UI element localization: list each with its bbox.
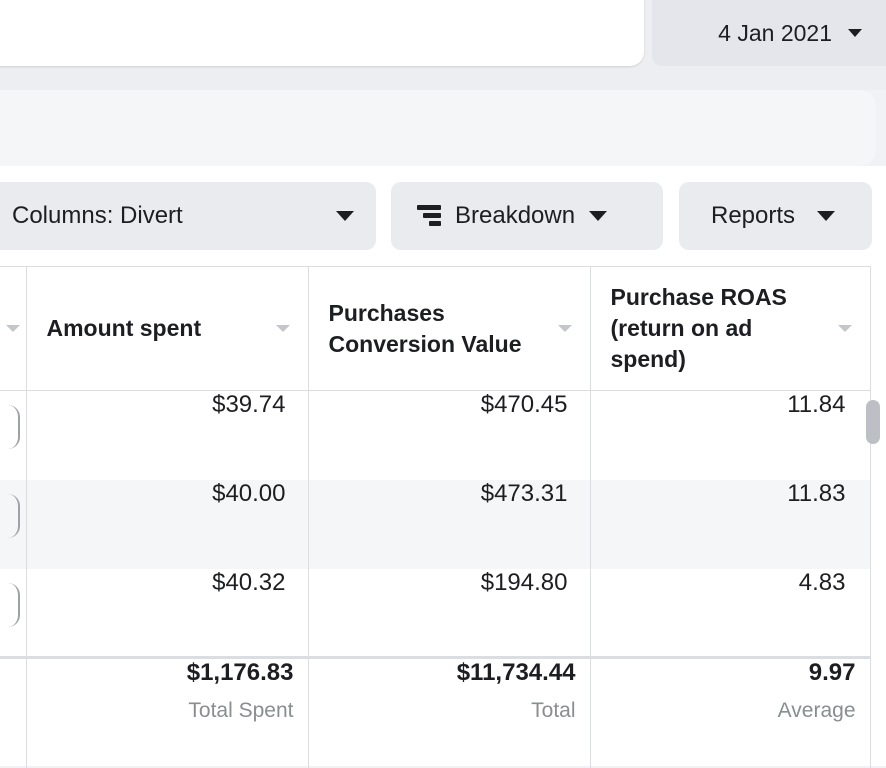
filter-panel [0,90,876,166]
cell-roas: 4.83 [590,568,871,658]
row-stub [0,390,27,480]
reports-dropdown[interactable]: Reports [679,182,872,250]
header-stub-column[interactable] [0,266,27,391]
table-row[interactable]: $39.74 $470.45 11.84 [0,390,871,480]
total-roas: 9.97 Average [590,656,871,768]
cell-roas: 11.84 [590,390,871,480]
column-header-purchases-conversion-value[interactable]: Purchases Conversion Value [308,266,591,391]
total-amount-spent: $1,176.83 Total Spent [26,656,309,768]
truncated-cell-fragment [0,493,20,538]
table-row[interactable]: $40.00 $473.31 11.83 [0,479,871,569]
sort-caret-icon [837,325,852,332]
columns-dropdown[interactable]: Columns: Divert [0,182,376,250]
breakdown-dropdown[interactable]: Breakdown [391,182,663,250]
column-header-purchase-roas[interactable]: Purchase ROAS (return on ad spend) [590,266,871,391]
table-row[interactable]: $40.32 $194.80 4.83 [0,568,871,658]
breakdown-icon [417,205,441,227]
totals-stub [0,656,27,768]
cell-amount-spent: $39.74 [26,390,309,480]
sort-caret-icon [5,325,20,332]
breakdown-dropdown-label: Breakdown [455,202,576,229]
caret-down-icon [848,29,862,37]
totals-row: $1,176.83 Total Spent $11,734.44 Total 9… [0,656,871,768]
row-stub [0,479,27,569]
truncated-cell-fragment [0,405,20,449]
ads-report-table: Amount spent Purchases Conversion Value … [0,266,871,768]
columns-dropdown-label: Columns: Divert [12,202,183,229]
total-conversion-value: $11,734.44 Total [308,656,591,768]
table-header-row: Amount spent Purchases Conversion Value … [0,266,871,391]
caret-down-icon [817,211,836,221]
table-toolbar: Columns: Divert Breakdown Reports [0,166,886,266]
cell-conversion-value: $473.31 [308,479,591,569]
reports-dropdown-label: Reports [711,202,796,229]
cell-amount-spent: $40.32 [26,568,309,658]
reporting-table-card: Columns: Divert Breakdown Reports Amount… [0,166,886,768]
truncated-cell-fragment [0,582,20,627]
date-range-label: 4 Jan 2021 [718,19,832,46]
table-scrollbar-thumb[interactable] [866,400,880,444]
row-stub [0,568,27,658]
caret-down-icon [336,211,354,221]
sort-caret-icon [557,325,572,332]
cell-roas: 11.83 [590,479,871,569]
top-bar: 4 Jan 2021 [0,0,886,90]
cell-conversion-value: $470.45 [308,390,591,480]
cell-conversion-value: $194.80 [308,568,591,658]
search-box[interactable] [0,0,644,66]
sort-caret-icon [275,325,290,332]
cell-amount-spent: $40.00 [26,479,309,569]
column-header-amount-spent[interactable]: Amount spent [26,266,309,391]
caret-down-icon [589,211,608,221]
date-range-button[interactable]: 4 Jan 2021 [652,0,886,66]
